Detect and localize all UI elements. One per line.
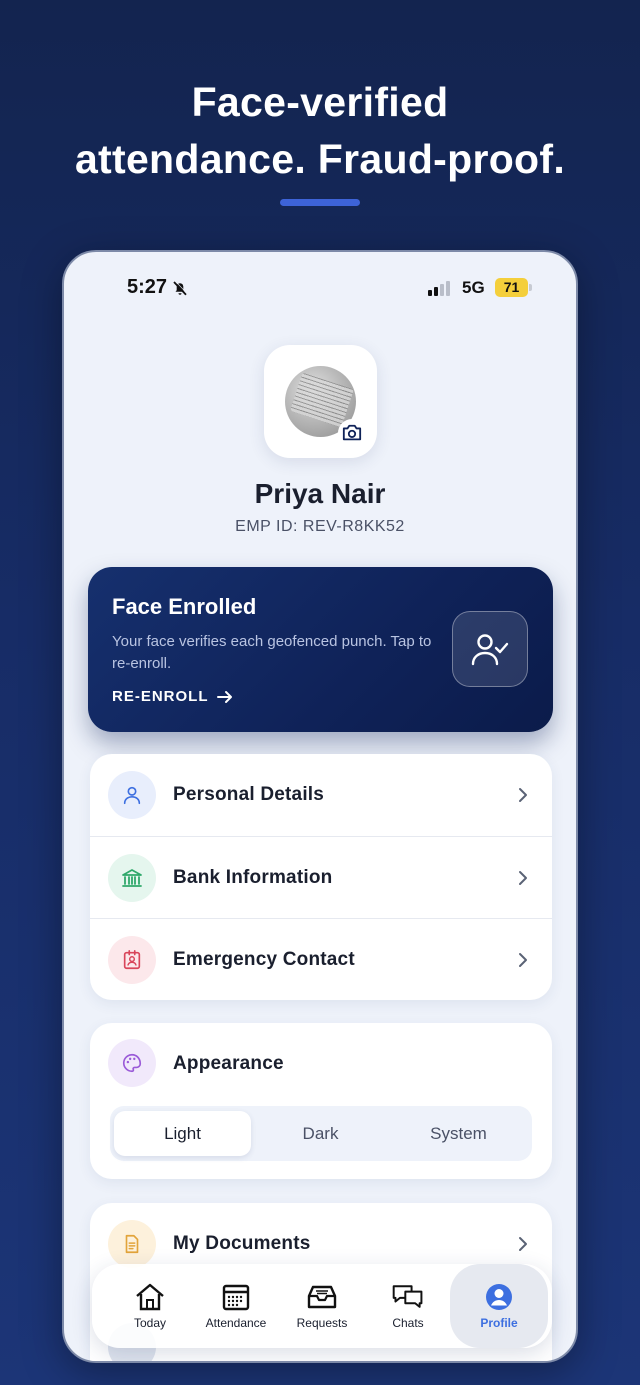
headline-line-1: Face-verified bbox=[191, 79, 449, 125]
menu-item-emergency-contact[interactable]: Emergency Contact bbox=[90, 919, 552, 1000]
bottom-tab-bar: Today Attendance Requests Chats Profile bbox=[92, 1264, 552, 1348]
profile-menu-card: Personal Details Bank Information Emerge… bbox=[90, 754, 552, 1000]
appearance-label: Appearance bbox=[173, 1053, 284, 1074]
tab-attendance[interactable]: Attendance bbox=[192, 1264, 280, 1348]
theme-segmented-control: Light Dark System bbox=[110, 1106, 532, 1161]
headline-underline bbox=[280, 199, 360, 206]
status-bar: 5:27 5G 71 bbox=[64, 252, 576, 322]
phone-frame: 5:27 5G 71 Priya Nair EMP ID: REV-R8KK52… bbox=[62, 250, 578, 1363]
menu-item-personal-details[interactable]: Personal Details bbox=[90, 754, 552, 836]
chevron-right-icon bbox=[519, 871, 527, 885]
face-card-description: Your face verifies each geofenced punch.… bbox=[112, 633, 432, 672]
battery-indicator: 71 bbox=[495, 278, 528, 297]
theme-option-system[interactable]: System bbox=[390, 1111, 527, 1156]
contact-card-icon bbox=[108, 936, 156, 984]
employee-id: EMP ID: REV-R8KK52 bbox=[235, 518, 405, 535]
tab-label: Today bbox=[133, 1316, 167, 1330]
profile-name: Priya Nair bbox=[254, 478, 386, 509]
person-icon bbox=[108, 771, 156, 819]
tab-label: Attendance bbox=[205, 1316, 267, 1330]
profile-icon bbox=[486, 1284, 512, 1310]
menu-item-bank-information[interactable]: Bank Information bbox=[90, 837, 552, 919]
home-icon bbox=[136, 1283, 164, 1311]
document-icon bbox=[108, 1220, 156, 1268]
appearance-card: Appearance Light Dark System bbox=[90, 1023, 552, 1179]
camera-icon[interactable] bbox=[338, 419, 366, 447]
tab-requests[interactable]: Requests bbox=[278, 1264, 366, 1348]
tab-chats[interactable]: Chats bbox=[364, 1264, 452, 1348]
inbox-icon bbox=[307, 1285, 337, 1309]
menu-item-label: Personal Details bbox=[173, 784, 325, 805]
status-time: 5:27 bbox=[127, 276, 189, 299]
re-enroll-button[interactable]: RE-ENROLL bbox=[112, 688, 233, 705]
palette-icon bbox=[108, 1039, 156, 1087]
theme-option-dark[interactable]: Dark bbox=[252, 1111, 389, 1156]
chevron-right-icon bbox=[519, 788, 527, 802]
tab-profile[interactable]: Profile bbox=[450, 1264, 548, 1348]
menu-item-label: Bank Information bbox=[173, 867, 333, 888]
tab-label: Requests bbox=[296, 1316, 348, 1330]
theme-option-light[interactable]: Light bbox=[114, 1111, 251, 1156]
calendar-icon bbox=[222, 1284, 250, 1311]
chevron-right-icon bbox=[519, 1237, 527, 1251]
headline: Face-verified attendance. Fraud-proof. bbox=[0, 74, 640, 188]
bell-muted-icon bbox=[173, 280, 188, 295]
tab-label: Chats bbox=[392, 1316, 424, 1330]
tab-today[interactable]: Today bbox=[106, 1264, 194, 1348]
time-label: 5:27 bbox=[127, 276, 168, 298]
headline-line-2: attendance. Fraud-proof. bbox=[74, 136, 566, 182]
battery-tip bbox=[529, 284, 532, 291]
user-check-icon[interactable] bbox=[452, 611, 528, 687]
face-enrolled-card[interactable]: Face Enrolled Your face verifies each ge… bbox=[88, 567, 553, 732]
signal-strength-icon bbox=[428, 280, 450, 296]
menu-item-label: Emergency Contact bbox=[173, 949, 355, 970]
tab-label: Profile bbox=[480, 1316, 518, 1330]
chevron-right-icon bbox=[519, 953, 527, 967]
network-type: 5G bbox=[462, 278, 485, 297]
chat-icon bbox=[392, 1285, 423, 1308]
menu-item-label: My Documents bbox=[173, 1233, 311, 1254]
arrow-right-icon bbox=[216, 690, 232, 703]
bank-icon bbox=[108, 854, 156, 902]
face-card-title: Face Enrolled bbox=[112, 594, 257, 619]
re-enroll-label: RE-ENROLL bbox=[112, 688, 209, 705]
avatar-container[interactable] bbox=[264, 345, 377, 458]
